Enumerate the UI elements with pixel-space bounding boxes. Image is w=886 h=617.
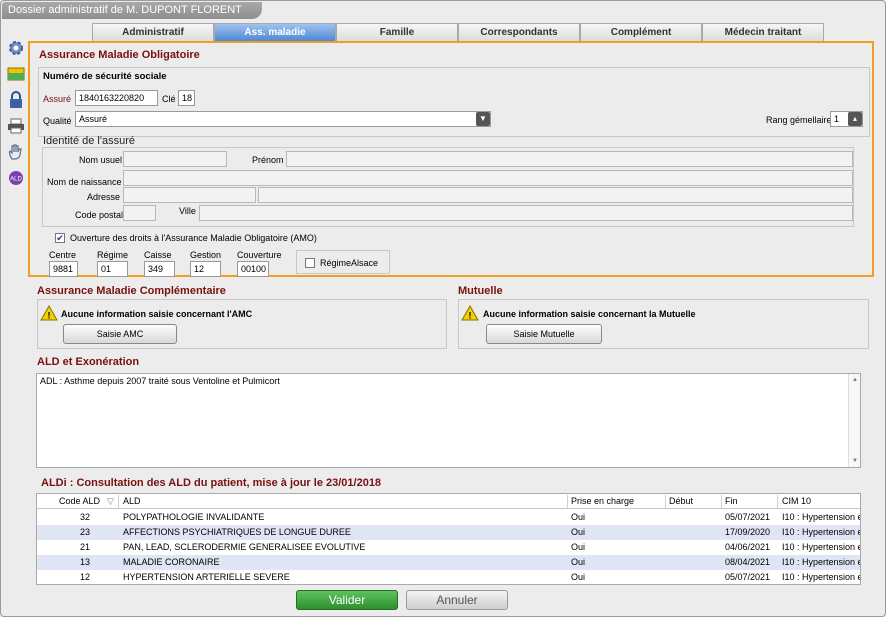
couverture-input[interactable]: 00100 [237,261,269,277]
code-postal-label: Code postal [75,210,124,220]
amc-message: Aucune information saisie concernant l'A… [61,309,253,319]
qualite-select[interactable]: Assuré ▼ [75,111,491,127]
cle-input[interactable]: 18 [178,90,195,106]
column-header[interactable]: Fin [725,496,775,506]
aldi-title: ALDi : Consultation des ALD du patient, … [41,477,382,489]
table-row[interactable]: 12 HYPERTENSION ARTERIELLE SEVERE Oui 05… [37,570,860,584]
regime-input[interactable]: 01 [97,261,128,277]
centre-label: Centre [49,250,77,260]
sort-icon[interactable]: ▽ [107,496,117,507]
ald-textarea[interactable]: ADL : Asthme depuis 2007 traité sous Ven… [36,373,861,468]
gear-icon[interactable] [7,39,25,57]
ouverture-label: Ouverture des droits à l'Assurance Malad… [70,233,317,243]
caisse-input[interactable]: 349 [144,261,175,277]
ald-badge-icon[interactable]: ALD [7,169,25,187]
valider-button[interactable]: Valider [296,590,398,610]
nom-usuel-label: Nom usuel [79,155,123,165]
ville-input[interactable] [199,205,853,221]
spinner-icon[interactable]: ▴ [848,112,862,126]
adresse-input-2[interactable] [258,187,853,203]
id-card-icon[interactable] [7,65,25,83]
tab-complement[interactable]: Complément [580,23,702,41]
table-row[interactable]: 32 POLYPATHOLOGIE INVALIDANTE Oui 05/07/… [37,510,860,525]
nom-usuel-input[interactable] [123,151,227,167]
rang-value: 1 [834,114,840,124]
cle-label: Clé [162,94,176,104]
scroll-up-icon[interactable]: ▲ [849,374,861,386]
tab-ass-maladie[interactable]: Ass. maladie [214,23,336,41]
column-header[interactable]: ALD [123,496,563,506]
ald-text: ADL : Asthme depuis 2007 traité sous Ven… [40,376,280,386]
svg-text:ALD: ALD [10,177,22,183]
gestion-input[interactable]: 12 [190,261,221,277]
ald-title: ALD et Exonération [37,356,140,368]
amo-title: Assurance Maladie Obligatoire [39,49,200,61]
prenom-label: Prénom [252,155,284,165]
saisie-amc-button[interactable]: Saisie AMC [63,324,177,344]
warning-icon: ! [461,305,479,321]
column-header[interactable]: Début [669,496,724,506]
amc-title: Assurance Maladie Complémentaire [37,285,226,297]
dossier-window: Dossier administratif de M. DUPONT FLORE… [0,0,886,617]
prenom-input[interactable] [286,151,853,167]
centre-input[interactable]: 9881 [49,261,78,277]
ouverture-checkbox[interactable]: ✔ [55,233,65,243]
regime-label: Régime [97,250,129,260]
assure-label: Assuré [43,94,72,104]
side-toolbar: ALD [7,39,27,195]
scroll-down-icon[interactable]: ▼ [849,455,861,467]
gestion-label: Gestion [190,250,222,260]
couverture-label: Couverture [237,250,282,260]
hand-icon[interactable] [7,143,25,161]
qualite-value: Assuré [79,114,108,124]
table-row[interactable]: 21 PAN, LEAD, SCLERODERMIE GENERALISEE E… [37,540,860,555]
tab-famille[interactable]: Famille [336,23,458,41]
aldi-table: Code ALD ▽ ALD Prise en charge Début Fin… [36,493,861,585]
tab-bar: Administratif Ass. maladie Famille Corre… [92,23,824,41]
regime-alsace-checkbox[interactable] [305,258,315,268]
svg-text:!: ! [48,311,51,321]
qualite-label: Qualité [43,116,72,126]
annuler-button[interactable]: Annuler [406,590,508,610]
mutuelle-message: Aucune information saisie concernant la … [483,309,696,319]
window-title: Dossier administratif de M. DUPONT FLORE… [2,2,262,19]
rang-select[interactable]: 1 ▴ [830,111,863,127]
column-header[interactable]: Prise en charge [571,496,666,506]
saisie-mutuelle-button[interactable]: Saisie Mutuelle [486,324,602,344]
nom-naissance-input[interactable] [123,170,853,186]
tab-medecin-traitant[interactable]: Médecin traitant [702,23,824,41]
printer-icon[interactable] [7,117,25,135]
tab-administratif[interactable]: Administratif [92,23,214,41]
table-header: Code ALD ▽ ALD Prise en charge Début Fin… [37,494,860,509]
adresse-label: Adresse [87,192,121,202]
regime-alsace-label: RégimeAlsace [320,258,379,268]
ald-scrollbar[interactable]: ▲ ▼ [848,374,860,467]
table-row[interactable]: 23 AFFECTIONS PSYCHIATRIQUES DE LONGUE D… [37,525,860,540]
warning-icon: ! [40,305,58,321]
nss-title: Numéro de sécurité sociale [43,71,167,82]
tab-correspondants[interactable]: Correspondants [458,23,580,41]
column-header[interactable]: Code ALD [59,496,103,506]
column-header[interactable]: CIM 10 [782,496,860,506]
table-row[interactable]: 13 MALADIE CORONAIRE Oui 08/04/2021 I10 … [37,555,860,570]
lock-icon[interactable] [7,91,25,109]
amo-panel: Assurance Maladie Obligatoire Numéro de … [28,41,874,277]
code-postal-input[interactable] [123,205,156,221]
identite-title: Identité de l'assuré [43,135,135,147]
caisse-label: Caisse [144,250,172,260]
assure-nss-input[interactable]: 1840163220820 [75,90,158,106]
rang-label: Rang gémellaire [766,115,832,125]
ville-label: Ville [179,206,196,216]
mutuelle-title: Mutuelle [458,285,503,297]
svg-text:!: ! [469,311,472,321]
chevron-down-icon[interactable]: ▼ [476,112,490,126]
nom-naissance-label: Nom de naissance [47,177,122,187]
adresse-input-1[interactable] [123,187,256,203]
